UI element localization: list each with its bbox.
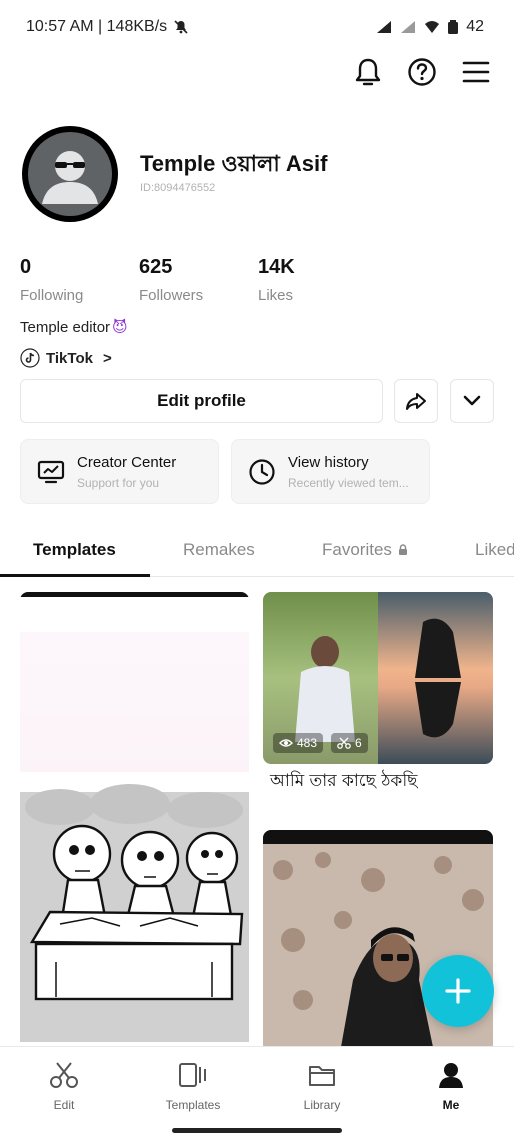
signal2-icon bbox=[401, 21, 416, 33]
tab-favorites-label: Favorites bbox=[322, 540, 392, 559]
bio-text: Temple editor bbox=[20, 318, 111, 336]
tab-active-indicator bbox=[0, 574, 150, 577]
template-meta: 483 6 bbox=[273, 733, 368, 753]
menu-icon[interactable] bbox=[460, 56, 492, 88]
chevron-down-icon bbox=[463, 395, 481, 406]
share-icon bbox=[406, 393, 426, 410]
template-caption: আমি তার কাছে ঠকছি bbox=[270, 771, 418, 791]
scissors-icon bbox=[50, 1062, 78, 1088]
cartoon-thumbnail bbox=[20, 784, 249, 1042]
status-time-speed: 10:57 AM | 148KB/s bbox=[26, 18, 168, 35]
help-icon[interactable] bbox=[406, 56, 438, 88]
edit-profile-button[interactable]: Edit profile bbox=[20, 379, 383, 423]
card-subtitle: Support for you bbox=[77, 475, 160, 490]
create-button[interactable] bbox=[422, 955, 494, 1027]
stat-following[interactable]: 0 Following bbox=[20, 256, 139, 304]
nav-label: Templates bbox=[165, 1098, 221, 1112]
tiktok-label: TikTok bbox=[46, 349, 93, 367]
stat-label: Followers bbox=[139, 287, 204, 304]
avatar[interactable] bbox=[22, 126, 118, 222]
view-history-card[interactable]: View history Recently viewed tem... bbox=[231, 439, 430, 504]
tab-liked[interactable]: Liked bbox=[475, 540, 514, 560]
person-icon bbox=[439, 1063, 463, 1088]
battery-icon bbox=[448, 20, 459, 34]
template-tile[interactable] bbox=[20, 592, 249, 1047]
scissors-icon bbox=[337, 737, 351, 749]
views-chip: 483 bbox=[273, 733, 324, 753]
nav-label: Edit bbox=[53, 1098, 75, 1112]
tab-remakes[interactable]: Remakes bbox=[183, 540, 255, 560]
eye-icon bbox=[279, 739, 293, 747]
uses-chip: 6 bbox=[331, 733, 368, 753]
creator-center-icon bbox=[37, 460, 65, 483]
profile-bio: Temple editor 😈 bbox=[20, 318, 128, 337]
profile-id[interactable]: ID:8094476552 bbox=[140, 182, 215, 194]
views-count: 483 bbox=[297, 736, 318, 750]
bell-icon[interactable] bbox=[352, 56, 384, 88]
status-bar: 10:57 AM | 148KB/s 42 bbox=[0, 0, 514, 56]
card-title: Creator Center bbox=[77, 453, 177, 471]
stat-followers[interactable]: 625 Followers bbox=[139, 256, 258, 304]
battery-level: 42 bbox=[466, 18, 484, 35]
status-left: 10:57 AM | 148KB/s bbox=[26, 18, 189, 36]
stat-likes[interactable]: 14K Likes bbox=[258, 256, 377, 304]
card-title: View history bbox=[288, 453, 369, 471]
plus-icon bbox=[445, 978, 471, 1004]
content-tabs: Templates Remakes Favorites Liked bbox=[0, 530, 514, 577]
uses-count: 6 bbox=[355, 736, 362, 750]
tiktok-icon bbox=[20, 348, 40, 368]
profile-stats: 0 Following 625 Followers 14K Likes bbox=[20, 256, 377, 304]
nav-edit[interactable]: Edit bbox=[14, 1061, 114, 1112]
folder-icon bbox=[309, 1066, 335, 1086]
card-subtitle: Recently viewed tem... bbox=[288, 475, 409, 490]
creator-center-card[interactable]: Creator Center Support for you bbox=[20, 439, 219, 504]
tiktok-link[interactable]: TikTok > bbox=[20, 348, 112, 368]
profile-name: Temple ওয়ালা Asif bbox=[140, 151, 328, 176]
share-button[interactable] bbox=[394, 379, 438, 423]
signal-icon bbox=[377, 21, 392, 33]
mute-icon bbox=[174, 20, 188, 34]
header-actions bbox=[352, 56, 492, 88]
status-right: 42 bbox=[376, 18, 484, 36]
tab-favorites[interactable]: Favorites bbox=[322, 540, 408, 560]
nav-label: Me bbox=[442, 1098, 460, 1112]
stat-value: 625 bbox=[139, 256, 173, 278]
stat-label: Following bbox=[20, 287, 84, 304]
stat-value: 0 bbox=[20, 256, 32, 278]
clock-icon bbox=[249, 458, 275, 485]
nav-me[interactable]: Me bbox=[401, 1061, 501, 1112]
nav-library[interactable]: Library bbox=[272, 1061, 372, 1112]
lock-icon bbox=[398, 544, 407, 555]
chevron-right-icon: > bbox=[102, 349, 112, 367]
home-indicator bbox=[172, 1128, 342, 1133]
stat-label: Likes bbox=[258, 287, 294, 304]
tab-templates[interactable]: Templates bbox=[33, 540, 116, 560]
nav-label: Library bbox=[303, 1098, 341, 1112]
stat-value: 14K bbox=[258, 256, 295, 278]
more-button[interactable] bbox=[450, 379, 494, 423]
bio-emoji: 😈 bbox=[112, 319, 128, 336]
nav-templates[interactable]: Templates bbox=[143, 1061, 243, 1112]
templates-icon bbox=[179, 1063, 206, 1087]
wifi-icon bbox=[425, 21, 440, 33]
